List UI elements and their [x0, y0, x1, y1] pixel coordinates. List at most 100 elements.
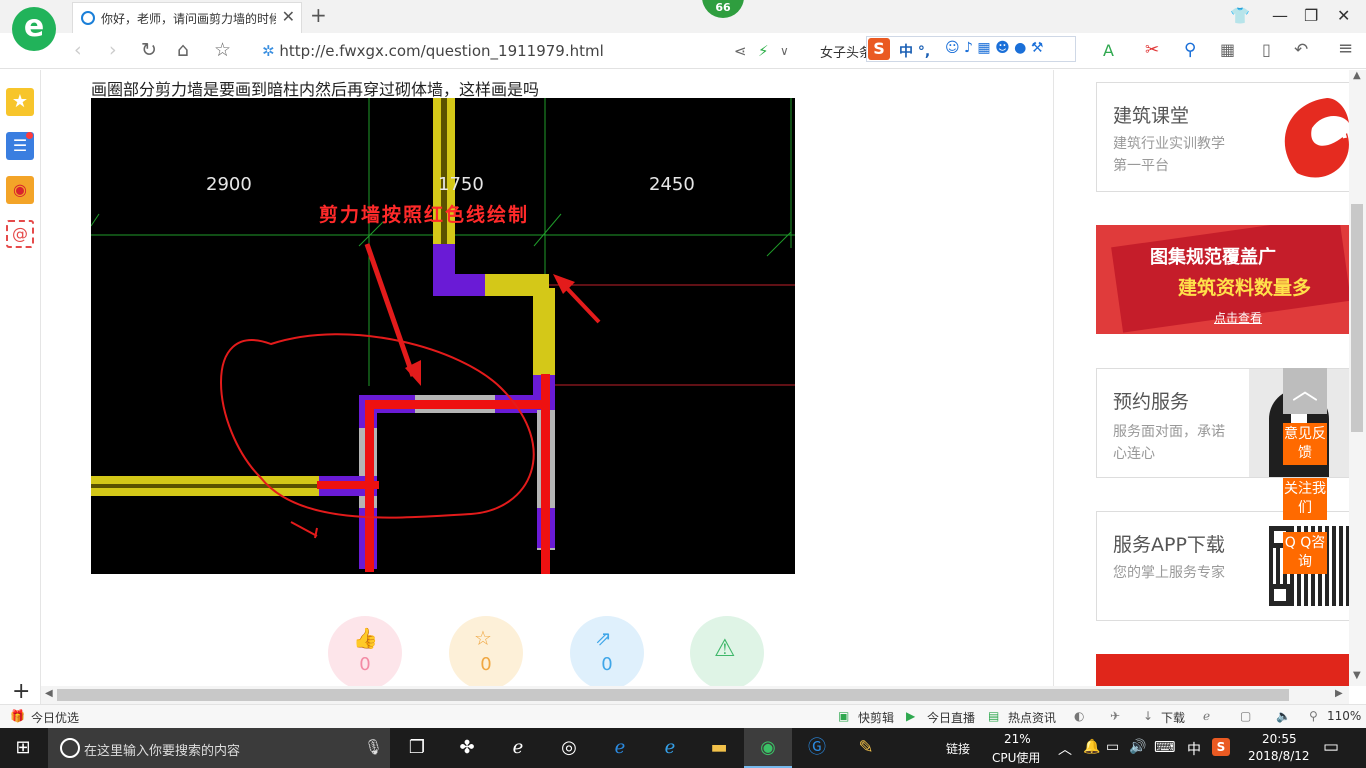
qq-consult-button[interactable]: Q Q咨询 — [1283, 532, 1327, 574]
zoom-level[interactable]: 110% — [1327, 709, 1361, 723]
daily-picks-link[interactable]: 今日优选 — [31, 709, 79, 726]
new-tab-button[interactable]: + — [310, 3, 327, 27]
zoom-icon[interactable]: ⚲ — [1309, 709, 1318, 723]
ad-card-classroom[interactable]: 建筑课堂 建筑行业实训教学第一平台 — [1096, 82, 1349, 192]
tab-close-icon[interactable]: ✕ — [282, 7, 295, 26]
edge-app-icon[interactable]: ℯ — [607, 736, 633, 760]
cortana-icon — [60, 738, 80, 758]
left-sidebar: ★ ☰ ◉ @ — [0, 70, 41, 704]
banner-button[interactable]: 点击查看 — [1214, 309, 1262, 326]
keyboard-icon[interactable]: ⌨ — [1154, 738, 1176, 756]
cad-drawing-image: 2900 1750 2450 剪力墙按照红色线绘制 — [90, 98, 795, 580]
minimize-button[interactable]: — — [1272, 6, 1288, 25]
sogou-tray-icon[interactable]: S — [1212, 738, 1230, 756]
network-icon[interactable]: ▭ — [1106, 739, 1119, 755]
pinwheel-app-icon[interactable]: ✤ — [454, 736, 480, 760]
ime-indicator[interactable]: 中 — [1187, 739, 1201, 759]
browser-tab[interactable]: 你好，老师，请问画剪力墙的时候 ✕ — [72, 2, 302, 33]
horizontal-scrollbar[interactable]: ◀ ▶ — [41, 686, 1349, 704]
card-title: 预约服务 — [1113, 391, 1190, 413]
microphone-icon[interactable]: 🎙 — [364, 738, 383, 756]
lightning-icon[interactable]: ⚡ — [758, 42, 769, 60]
clock-date[interactable]: 2018/8/12 — [1248, 749, 1310, 763]
favorites-icon[interactable]: ★ — [6, 88, 34, 116]
bottom-banner[interactable] — [1096, 654, 1349, 686]
share-button[interactable]: ⇗ 0 — [570, 616, 644, 686]
scissors-icon[interactable]: ✂ — [1145, 40, 1159, 60]
close-window-button[interactable]: ✕ — [1337, 6, 1350, 25]
scroll-down-icon[interactable]: ▼ — [1353, 670, 1361, 681]
volume-icon[interactable]: 🔊 — [1129, 739, 1146, 755]
clock-time[interactable]: 20:55 — [1262, 732, 1297, 746]
action-center-icon[interactable]: ▭ — [1323, 737, 1339, 757]
cad-drawing-svg — [90, 98, 795, 580]
notification-bell-icon[interactable]: 🔔 — [1083, 739, 1100, 755]
window-icon[interactable]: ▢ — [1240, 709, 1251, 723]
quick-edit-link[interactable]: 快剪辑 — [858, 709, 894, 726]
download-link[interactable]: 下载 — [1161, 709, 1185, 726]
live-link[interactable]: 今日直播 — [927, 709, 975, 726]
tray-chevron-icon[interactable]: ︿ — [1058, 739, 1072, 759]
favorite-star-button[interactable]: ☆ — [214, 39, 231, 61]
url-text: http://e.fwxgx.com/question_1911979.html — [279, 42, 604, 60]
task-view-icon[interactable]: ❐ — [404, 736, 430, 760]
card-desc: 服务面对面，承诺心连心 — [1113, 424, 1225, 462]
feedback-button[interactable]: 意见反馈 — [1283, 423, 1327, 465]
ime-toolbar[interactable]: S 中 °, ☺ ♪ ▦ ☻ ● ⚒ — [866, 36, 1076, 62]
mail-icon[interactable]: @ — [6, 220, 34, 248]
add-sidebar-button[interactable]: + — [12, 679, 30, 704]
notes-app-icon[interactable]: ✎ — [853, 736, 879, 760]
speed-icon[interactable]: ◐ — [1074, 709, 1084, 723]
dropdown-icon[interactable]: ∨ — [780, 44, 789, 58]
file-explorer-icon[interactable]: ▬ — [706, 736, 732, 760]
glodon-app-icon[interactable]: Ⓖ — [804, 736, 830, 760]
chat-app-icon[interactable]: ◎ — [556, 736, 582, 760]
address-bar[interactable]: ✲ http://e.fwxgx.com/question_1911979.ht… — [262, 42, 604, 60]
browser-logo-icon[interactable]: e — [12, 7, 56, 51]
weibo-icon[interactable]: ◉ — [6, 176, 34, 204]
translate-icon[interactable]: A — [1103, 41, 1114, 60]
follow-us-button[interactable]: 关注我们 — [1283, 478, 1327, 520]
sound-icon[interactable]: 🔈 — [1276, 709, 1291, 723]
tablet-icon[interactable]: ▯ — [1262, 40, 1271, 59]
taskbar-search[interactable]: 在这里输入你要搜索的内容 🎙 — [48, 728, 390, 768]
news-link[interactable]: 热点资讯 — [1008, 709, 1056, 726]
search-suggestion[interactable]: 女子头条 — [820, 42, 872, 61]
internet-explorer-icon[interactable]: ℯ — [657, 736, 683, 760]
forward-button[interactable]: › — [109, 39, 117, 61]
gift-icon: 🎁 — [10, 709, 25, 723]
scroll-up-icon[interactable]: ▲ — [1353, 70, 1361, 81]
search-placeholder: 在这里输入你要搜索的内容 — [84, 744, 241, 759]
link-label[interactable]: 链接 — [946, 740, 970, 757]
scrollbar-thumb[interactable] — [57, 689, 1289, 701]
star-icon: ☆ — [474, 626, 492, 650]
browser-app-icon[interactable]: ◉ — [755, 736, 781, 760]
refresh-button[interactable]: ↻ — [141, 39, 157, 61]
shirt-icon[interactable]: 👕 — [1230, 6, 1250, 25]
dimension-label: 2900 — [206, 174, 252, 195]
report-button[interactable]: ⚠ — [690, 616, 764, 686]
sogou-icon: S — [868, 38, 890, 60]
apps-icon[interactable]: ▦ — [1220, 40, 1235, 59]
scroll-right-icon[interactable]: ▶ — [1335, 688, 1343, 699]
like-button[interactable]: 👍 0 — [328, 616, 402, 686]
share-icon: ⇗ — [595, 626, 612, 650]
ie-app-icon[interactable]: ℯ — [505, 736, 531, 760]
badge-count[interactable]: 66 — [702, 0, 744, 18]
start-button[interactable]: ⊞ — [10, 736, 36, 760]
undo-icon[interactable]: ↶ — [1294, 40, 1308, 60]
ie-mode-icon[interactable]: ℯ — [1203, 709, 1210, 723]
menu-icon[interactable]: ≡ — [1338, 38, 1353, 59]
back-to-top-button[interactable]: ︿ — [1283, 368, 1327, 414]
back-button[interactable]: ‹ — [74, 39, 82, 61]
home-button[interactable]: ⌂ — [177, 39, 189, 61]
restore-button[interactable]: ❐ — [1304, 6, 1318, 25]
ad-banner[interactable]: 图集规范覆盖广 建筑资料数量多 点击查看 — [1096, 225, 1349, 334]
share-icon[interactable]: ⋖ — [734, 42, 747, 60]
vertical-scrollbar[interactable]: ▲ ▼ — [1349, 70, 1366, 686]
favorite-button[interactable]: ☆ 0 — [449, 616, 523, 686]
scroll-left-icon[interactable]: ◀ — [45, 688, 53, 699]
pin-icon[interactable]: ✈ — [1110, 709, 1120, 723]
search-icon[interactable]: ⚲ — [1184, 40, 1196, 60]
scrollbar-thumb[interactable] — [1351, 204, 1363, 432]
